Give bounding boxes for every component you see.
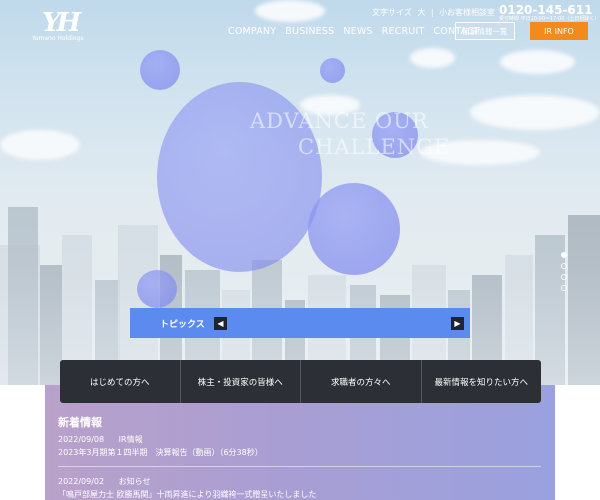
font-size-control: 文字サイズ 大 | 小 [372, 8, 448, 17]
phone-hours: 受付時間 平日10:00〜17:00（土日祝除く） [499, 16, 600, 22]
hero-tagline: ADVANCE OUR CHALLENGE [250, 109, 451, 159]
news-date: 2022/09/02 [58, 477, 105, 486]
news-item-link[interactable]: 「鳴戸部屋力士 欧勝馬関」十両昇進により羽織袴一式贈呈いたしました [58, 489, 316, 500]
ir-info-button[interactable]: IR INFO [530, 22, 588, 40]
decorative-bubble [137, 270, 177, 308]
company-logo[interactable]: YH Yamano Holdings [30, 8, 102, 44]
topics-next-button[interactable]: ▶ [451, 317, 464, 330]
decorative-bubble [140, 50, 180, 90]
font-size-label: 文字サイズ [372, 8, 412, 17]
news-divider [58, 466, 541, 467]
logo-text: Yamano Holdings [32, 35, 84, 42]
store-list-button[interactable]: 店舗情報一覧 [455, 22, 515, 40]
slider-dot[interactable] [561, 252, 567, 258]
news-date: 2022/09/08 [58, 435, 105, 444]
chevron-right-icon: ▶ [454, 319, 461, 328]
nav-item-recruit[interactable]: RECRUIT [382, 26, 425, 37]
topics-label: トピックス [160, 319, 205, 330]
phone-label: お客様相談室 [447, 8, 495, 17]
topics-bar: トピックス ◀ ▶ [130, 308, 470, 338]
topics-prev-button[interactable]: ◀ [214, 317, 227, 330]
slider-dot[interactable] [561, 263, 567, 269]
news-category: IR情報 [118, 435, 143, 444]
news-category: お知らせ [118, 477, 151, 486]
nav-item-news[interactable]: NEWS [343, 26, 372, 37]
news-heading: 新着情報 [58, 416, 102, 429]
decorative-bubble [320, 58, 345, 83]
audience-item-investors[interactable]: 株主・投資家の皆様へ [181, 360, 301, 403]
audience-menu: はじめての方へ 株主・投資家の皆様へ 求職者の方々へ 最新情報を知りたい方へ [60, 360, 541, 403]
nav-item-company[interactable]: COMPANY [228, 26, 276, 37]
nav-item-business[interactable]: BUSINESS [285, 26, 334, 37]
chevron-left-icon: ◀ [217, 319, 224, 328]
logo-mark-icon: YH [42, 8, 81, 38]
audience-item-latest-info[interactable]: 最新情報を知りたい方へ [422, 360, 542, 403]
global-nav: COMPANY BUSINESS NEWS RECRUIT CONTACT [228, 26, 480, 37]
font-size-large-button[interactable]: 大 [417, 8, 425, 17]
news-item-meta: 2022/09/08 IR情報 [58, 434, 143, 445]
news-item-meta: 2022/09/02 お知らせ [58, 476, 151, 487]
slider-dot[interactable] [561, 274, 567, 280]
font-size-small-button[interactable]: 小 [439, 8, 447, 17]
news-item-link[interactable]: 2023年3月期第１四半期 決算報告（動画）（6分38秒） [58, 447, 263, 458]
slider-pagination [561, 252, 567, 291]
audience-item-first-visit[interactable]: はじめての方へ [60, 360, 181, 403]
decorative-bubble [308, 183, 400, 275]
slider-dot[interactable] [561, 285, 567, 291]
audience-item-job-seekers[interactable]: 求職者の方々へ [301, 360, 422, 403]
